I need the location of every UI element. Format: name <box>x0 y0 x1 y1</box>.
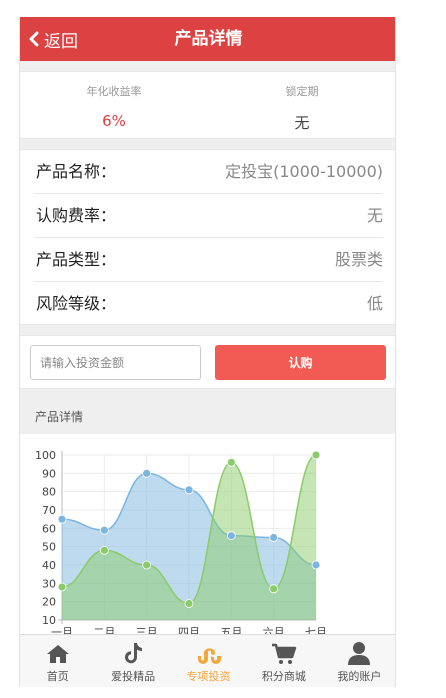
y-tick-label: 60 <box>42 522 56 535</box>
header-bar: 返回 产品详情 <box>20 17 395 61</box>
data-point <box>184 485 194 495</box>
data-point <box>142 560 152 570</box>
data-point <box>311 560 321 570</box>
y-tick-label: 70 <box>42 504 56 517</box>
y-tick-label: 30 <box>42 577 56 590</box>
tab-label: 积分商城 <box>261 670 306 683</box>
tab-my-account[interactable]: 我的账户 <box>322 635 395 687</box>
info-row-fee: 认购费率： 无 <box>34 194 383 238</box>
phone-screen: 返回 产品详情 年化收益率 6% 锁定期 无 产品名称： 定投宝(1000-10… <box>19 17 396 687</box>
tiktok-icon <box>125 643 143 664</box>
data-point <box>184 599 194 608</box>
y-tick-label: 80 <box>42 486 56 499</box>
info-row-type: 产品类型： 股票类 <box>34 238 383 282</box>
home-icon <box>46 645 69 663</box>
lock-period-value: 无 <box>294 114 310 132</box>
section-title: 产品详情 <box>35 410 84 424</box>
tab-label: 爱投精品 <box>111 670 156 683</box>
cart-icon <box>271 643 297 664</box>
tab-special-invest[interactable]: 专项投资 <box>171 635 246 687</box>
tab-label: 首页 <box>46 670 69 683</box>
data-point <box>226 531 236 541</box>
back-label: 返回 <box>44 31 78 52</box>
annual-yield: 年化收益率 6% <box>20 72 208 140</box>
tab-label: 专项投资 <box>186 670 231 683</box>
stumbleupon-icon <box>197 648 221 664</box>
bottom-tab-bar: 首页 爱投精品 专项投资 积分商城 我的账户 <box>20 634 395 687</box>
x-tick-label: 一月 <box>51 626 73 634</box>
x-tick-label: 六月 <box>263 626 285 634</box>
user-icon <box>348 642 371 665</box>
chevron-left-icon <box>29 31 39 47</box>
y-tick-label: 100 <box>35 449 56 462</box>
data-point <box>99 525 109 535</box>
subscribe-button[interactable]: 认购 <box>215 345 386 380</box>
data-point <box>142 468 152 478</box>
amount-input[interactable] <box>30 345 201 380</box>
tab-featured[interactable]: 爱投精品 <box>95 635 170 687</box>
info-value: 股票类 <box>334 250 383 269</box>
info-value: 低 <box>366 294 383 313</box>
info-key: 风险等级： <box>36 294 117 313</box>
section-header: 产品详情 <box>20 390 395 434</box>
x-tick-label: 七月 <box>305 626 327 634</box>
data-point <box>57 514 67 524</box>
y-tick-label: 40 <box>42 559 56 572</box>
rate-summary: 年化收益率 6% 锁定期 无 <box>20 71 395 140</box>
y-tick-label: 50 <box>42 541 56 554</box>
data-point <box>269 533 279 542</box>
y-tick-label: 20 <box>42 596 56 609</box>
tab-points-mall[interactable]: 积分商城 <box>246 635 321 687</box>
x-tick-label: 二月 <box>93 626 115 634</box>
y-tick-label: 90 <box>42 467 56 480</box>
x-tick-label: 五月 <box>220 626 242 634</box>
annual-yield-value: 6% <box>102 112 126 130</box>
product-info-list: 产品名称： 定投宝(1000-10000) 认购费率： 无 产品类型： 股票类 … <box>20 149 395 326</box>
info-key: 认购费率： <box>36 206 117 225</box>
area-chart: 102030405060708090100一月 二月 三月 四月 五月 六月 七月 <box>35 449 327 634</box>
chart-area: 10 20 30 40 50 60 70 80 90 100 一月 二月 三月 四月 五月 六月 七月 <box>20 434 395 634</box>
x-tick-label: 四月 <box>178 626 200 634</box>
info-key: 产品类型： <box>36 250 117 269</box>
data-point <box>99 545 109 555</box>
lock-period: 锁定期 无 <box>208 72 395 140</box>
info-row-name: 产品名称： 定投宝(1000-10000) <box>34 150 383 194</box>
lock-period-label: 锁定期 <box>285 85 319 98</box>
purchase-panel: 认购 <box>20 335 395 389</box>
x-tick-label: 三月 <box>136 626 158 634</box>
info-key: 产品名称： <box>36 162 117 181</box>
back-button[interactable]: 返回 <box>28 17 78 61</box>
tab-label: 我的账户 <box>337 670 382 683</box>
data-point <box>226 457 236 467</box>
data-point <box>57 582 67 592</box>
tab-home[interactable]: 首页 <box>20 635 95 687</box>
info-value: 定投宝(1000-10000) <box>225 162 383 181</box>
data-point <box>311 450 321 460</box>
annual-yield-label: 年化收益率 <box>86 85 142 98</box>
data-point <box>269 584 279 594</box>
info-row-risk: 风险等级： 低 <box>34 282 383 326</box>
info-value: 无 <box>366 206 383 225</box>
